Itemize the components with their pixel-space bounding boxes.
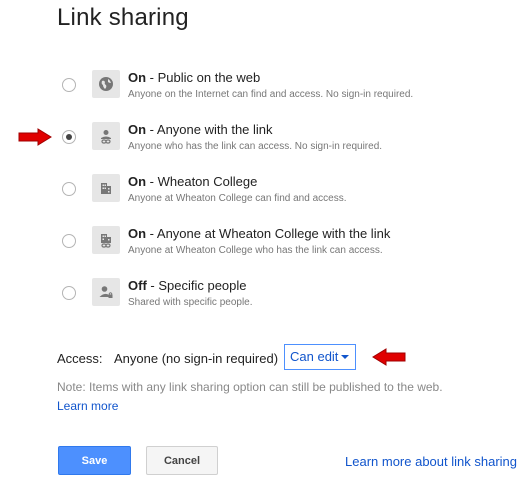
red-arrow-left-icon (372, 348, 406, 366)
radio-public-on-web[interactable] (62, 78, 76, 92)
option-title: On - Anyone with the link (128, 122, 273, 137)
radio-specific-people[interactable] (62, 286, 76, 300)
option-description: Anyone on the Internet can find and acce… (128, 89, 414, 100)
access-label: Access: (57, 351, 103, 366)
option-title: On - Wheaton College (128, 174, 258, 189)
option-description: Shared with specific people. (128, 297, 253, 308)
option-title: Off - Specific people (128, 278, 247, 293)
option-title: On - Anyone at Wheaton College with the … (128, 226, 391, 241)
learn-more-link[interactable]: Learn more (57, 399, 118, 413)
building-link-icon (92, 226, 120, 254)
permission-dropdown[interactable]: Can edit (284, 344, 356, 370)
person-link-icon (92, 122, 120, 150)
option-wheaton-with-link[interactable]: On - Anyone at Wheaton College with the … (0, 226, 527, 270)
dialog-title: Link sharing (57, 4, 189, 31)
radio-anyone-with-link[interactable] (62, 130, 76, 144)
radio-wheaton-with-link[interactable] (62, 234, 76, 248)
building-icon (92, 174, 120, 202)
access-value: Anyone (no sign-in required) (114, 351, 279, 366)
radio-wheaton-college[interactable] (62, 182, 76, 196)
option-wheaton-college[interactable]: On - Wheaton College Anyone at Wheaton C… (0, 174, 527, 218)
option-anyone-with-link[interactable]: On - Anyone with the link Anyone who has… (0, 122, 527, 166)
caret-down-icon (341, 355, 349, 359)
option-description: Anyone at Wheaton College who has the li… (128, 245, 383, 256)
option-description: Anyone who has the link can access. No s… (128, 141, 383, 152)
option-specific-people[interactable]: Off - Specific people Shared with specif… (0, 278, 527, 322)
globe-icon (92, 70, 120, 98)
permission-dropdown-label: Can edit (290, 349, 339, 364)
option-description: Anyone at Wheaton College can find and a… (128, 193, 347, 204)
person-lock-icon (92, 278, 120, 306)
publish-note: Note: Items with any link sharing option… (57, 380, 443, 394)
red-arrow-right-icon (18, 128, 52, 146)
option-public-on-web[interactable]: On - Public on the web Anyone on the Int… (0, 70, 527, 114)
save-button[interactable]: Save (58, 446, 131, 475)
option-title: On - Public on the web (128, 70, 261, 85)
cancel-button[interactable]: Cancel (146, 446, 218, 475)
learn-more-link-sharing[interactable]: Learn more about link sharing (345, 454, 517, 469)
